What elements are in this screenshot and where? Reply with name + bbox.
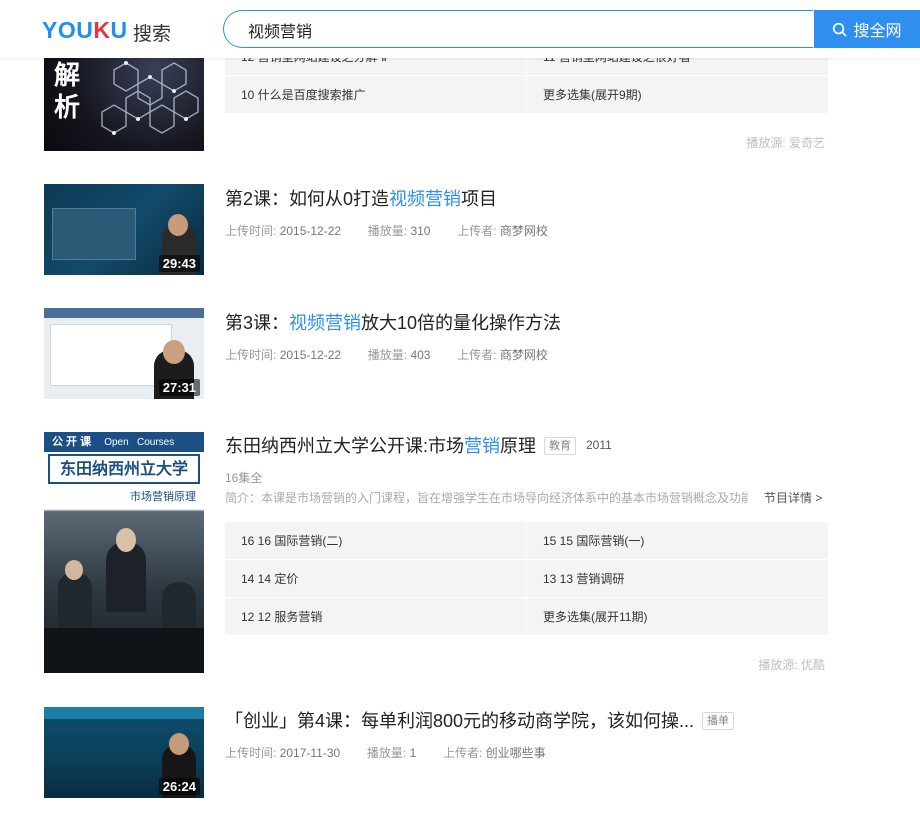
more-episodes-link[interactable]: 更多选集(展开9期) (527, 76, 828, 113)
title-text: 放大10倍的量化操作方法 (361, 313, 562, 333)
episode-item[interactable]: 15 15 国际营销(一) (527, 522, 828, 559)
uploader-name[interactable]: 创业哪些事 (486, 746, 546, 760)
poster-header: 公 开 课 Open Courses (44, 432, 204, 452)
search-input[interactable] (246, 19, 790, 41)
more-episodes-link[interactable]: 更多选集(展开11期) (527, 598, 828, 635)
title-text: 东田纳西州立大学公开课:市场 (225, 436, 464, 456)
youku-logo[interactable]: YOUKU (42, 17, 128, 44)
video-meta: 上传时间: 2017-11-30 播放量: 1 上传者: 创业哪些事 (225, 744, 546, 761)
search-all-button[interactable]: 搜全网 (814, 10, 920, 48)
title-text: 项目 (461, 189, 498, 209)
episode-item[interactable]: 10 什么是百度搜索推广 (225, 76, 526, 113)
logo-suffix: 搜索 (133, 24, 172, 45)
plays-label: 播放量: (367, 224, 408, 238)
video-duration: 26:24 (158, 778, 200, 795)
poster-figure-head (65, 560, 83, 580)
play-source: 播放源: 优酷 (758, 658, 825, 672)
uploader-label: 上传者: (457, 224, 497, 238)
thumbnail-caption: 解析 (54, 61, 81, 123)
details-link[interactable]: 节目详情 > (764, 489, 822, 506)
poster-university: 东田纳西州立大学 (48, 454, 200, 484)
video-meta: 上传时间: 2015-12-22 播放量: 310 上传者: 商梦网校 (225, 222, 548, 239)
video-thumbnail[interactable]: 29:43 (44, 184, 204, 275)
category-tag: 教育 (544, 437, 576, 455)
title-text: 原理 (500, 436, 536, 456)
video-duration: 27:31 (158, 379, 200, 396)
thumbnail-banner (44, 707, 204, 719)
top-header: YOUKU 搜索 搜全网 (0, 0, 920, 58)
course-episode-list: 16 16 国际营销(二) 15 15 国际营销(一) 14 14 定价 13 … (225, 522, 828, 635)
playlist-tag: 播单 (702, 712, 735, 730)
course-year: 2011 (586, 438, 612, 452)
thumbnail-browser-bar (44, 308, 204, 318)
thumbnail-presenter-head (169, 733, 189, 755)
title-highlight: 视频营销 (289, 313, 362, 333)
upload-date: 2017-11-30 (279, 746, 341, 760)
title-text: 第3课： (225, 313, 290, 333)
play-count: 310 (410, 224, 431, 238)
poster-open-course: 公 开 课 (52, 436, 92, 448)
plays-label: 播放量: (366, 746, 407, 760)
uploader-name[interactable]: 商梦网校 (500, 348, 548, 362)
search-all-label: 搜全网 (853, 23, 902, 40)
thumbnail-slide (52, 208, 136, 260)
episode-item[interactable]: 12 12 服务营销 (225, 598, 526, 635)
poster-open-course-en: Open Courses (104, 437, 175, 448)
poster-figure (106, 542, 146, 612)
logo-you: YOU (42, 17, 94, 43)
uploader-label: 上传者: (442, 746, 483, 760)
video-thumbnail[interactable]: 27:31 (44, 308, 204, 399)
search-icon (833, 22, 847, 36)
title-highlight: 营销 (464, 436, 500, 456)
video-title[interactable]: 第3课：视频营销放大10倍的量化操作方法 (225, 309, 561, 335)
search-box (223, 10, 813, 48)
video-thumbnail[interactable]: 26:24 (44, 707, 204, 798)
poster-figure-head (116, 528, 136, 552)
upload-date: 2015-12-22 (279, 348, 342, 362)
title-text: 「创业」第4课：每单利润800元的移动商学院，该如何操... (225, 711, 695, 731)
poster-figure (58, 572, 92, 632)
episode-count: 16集全 (225, 471, 263, 485)
title-highlight: 视频营销 (389, 189, 462, 209)
uploader-label: 上传者: (457, 348, 497, 362)
course-poster[interactable]: 公 开 课 Open Courses 东田纳西州立大学 市场营销原理 (44, 432, 204, 673)
play-count: 403 (410, 348, 431, 362)
poster-table (44, 628, 204, 673)
logo-u: U (110, 17, 128, 43)
video-duration: 29:43 (158, 255, 200, 272)
logo-k: K (93, 17, 111, 43)
upload-label: 上传时间: (225, 746, 277, 760)
play-source: 播放源: 爱奇艺 (746, 136, 825, 150)
video-meta: 上传时间: 2015-12-22 播放量: 403 上传者: 商梦网校 (225, 346, 548, 363)
play-count: 1 (409, 746, 417, 760)
thumbnail-presenter-head (168, 214, 188, 236)
upload-label: 上传时间: (225, 224, 277, 238)
episode-item[interactable]: 13 13 营销调研 (527, 560, 828, 597)
upload-date: 2015-12-22 (279, 224, 342, 238)
uploader-name[interactable]: 商梦网校 (500, 224, 548, 238)
episode-item[interactable]: 14 14 定价 (225, 560, 526, 597)
poster-subject: 市场营销原理 (130, 491, 196, 503)
thumbnail-presenter-head (163, 340, 185, 364)
title-text: 第2课：如何从0打造 (225, 189, 390, 209)
course-title[interactable]: 东田纳西州立大学公开课:市场营销原理 教育 2011 (225, 432, 612, 458)
course-intro: 简介：本课是市场营销的入门课程，旨在增强学生在市场导向经济体系中的基本市场营销概… (225, 491, 748, 505)
episode-item[interactable]: 16 16 国际营销(二) (225, 522, 526, 559)
upload-label: 上传时间: (225, 348, 277, 362)
video-title[interactable]: 第2课：如何从0打造视频营销项目 (225, 185, 497, 211)
plays-label: 播放量: (367, 348, 408, 362)
video-title[interactable]: 「创业」第4课：每单利润800元的移动商学院，该如何操... 播单 (225, 707, 735, 733)
